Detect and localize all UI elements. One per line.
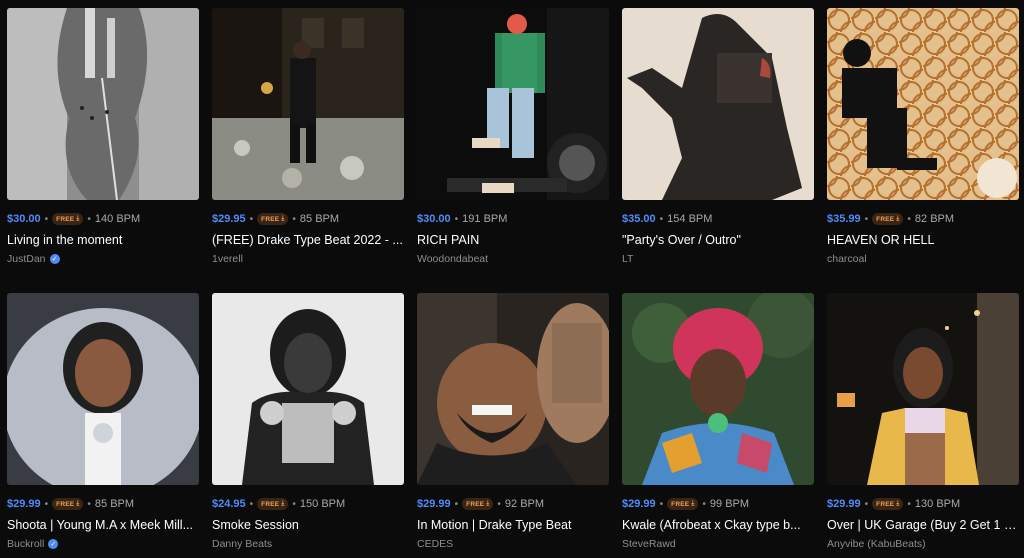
artist-name[interactable]: CEDES	[417, 538, 453, 550]
beat-title[interactable]: Shoota | Young M.A x Meek Mill...	[7, 517, 199, 533]
price: $29.95	[212, 213, 246, 225]
price: $29.99	[417, 498, 451, 510]
download-icon: ⤓	[281, 500, 285, 507]
beat-cover-art[interactable]	[7, 8, 199, 200]
beat-card[interactable]: $29.99 • FREE ⤓ • 130 BPM Over | UK Garag…	[827, 293, 1019, 551]
artist-name[interactable]: Buckroll	[7, 538, 44, 550]
free-download-badge[interactable]: FREE ⤓	[257, 498, 289, 510]
bpm: 99 BPM	[709, 498, 750, 510]
bpm: 85 BPM	[94, 498, 135, 510]
beat-card[interactable]: $35.00 • 154 BPM "Party's Over / Outro" …	[622, 8, 814, 266]
bpm: 85 BPM	[299, 213, 340, 225]
free-download-badge[interactable]: FREE ⤓	[257, 213, 289, 225]
free-download-badge[interactable]: FREE ⤓	[52, 213, 84, 225]
price: $29.99	[7, 498, 41, 510]
beat-title[interactable]: "Party's Over / Outro"	[622, 232, 814, 248]
download-icon: ⤓	[896, 500, 900, 507]
beat-card[interactable]: $29.99 • FREE ⤓ • 85 BPM Shoota | Young M…	[7, 293, 199, 551]
cover-image	[212, 293, 404, 485]
price: $35.99	[827, 213, 861, 225]
cover-image	[827, 8, 1019, 200]
beat-card[interactable]: $24.95 • FREE ⤓ • 150 BPM Smoke Session D…	[212, 293, 404, 551]
cover-image	[622, 293, 814, 485]
free-download-badge[interactable]: FREE ⤓	[872, 213, 904, 225]
artist-name[interactable]: 1verell	[212, 253, 243, 265]
bpm: 130 BPM	[914, 498, 961, 510]
beat-title[interactable]: RICH PAIN	[417, 232, 609, 248]
price: $29.99	[827, 498, 861, 510]
bpm: 154 BPM	[667, 213, 713, 225]
cover-image	[417, 293, 609, 485]
bpm: 191 BPM	[462, 213, 508, 225]
artist-name[interactable]: Woodondabeat	[417, 253, 488, 265]
verified-badge-icon: ✓	[49, 254, 60, 264]
beat-card[interactable]: $30.00 • FREE ⤓ • 140 BPM Living in the m…	[7, 8, 199, 266]
artist-name[interactable]: Anyvibe (KabuBeats)	[827, 538, 926, 550]
artist-name[interactable]: JustDan	[7, 253, 46, 265]
price: $35.00	[622, 213, 656, 225]
cover-image	[622, 8, 814, 200]
beat-card[interactable]: $29.99 • FREE ⤓ • 99 BPM Kwale (Afrobeat …	[622, 293, 814, 551]
beat-title[interactable]: HEAVEN OR HELL	[827, 232, 1019, 248]
price: $24.95	[212, 498, 246, 510]
download-icon: ⤓	[76, 215, 80, 222]
download-icon: ⤓	[76, 500, 80, 507]
download-icon: ⤓	[281, 215, 285, 222]
beat-cover-art[interactable]	[212, 8, 404, 200]
price: $29.99	[622, 498, 656, 510]
beat-cover-art[interactable]	[417, 293, 609, 485]
beat-card[interactable]: $29.99 • FREE ⤓ • 92 BPM In Motion | Drak…	[417, 293, 609, 551]
beat-title[interactable]: In Motion | Drake Type Beat	[417, 517, 609, 533]
artist-name[interactable]: Danny Beats	[212, 538, 272, 550]
download-icon: ⤓	[486, 500, 490, 507]
free-download-badge[interactable]: FREE ⤓	[872, 498, 904, 510]
beat-title[interactable]: Over | UK Garage (Buy 2 Get 1 F...	[827, 517, 1019, 533]
beat-cover-art[interactable]	[622, 8, 814, 200]
beat-cover-art[interactable]	[417, 8, 609, 200]
beat-card[interactable]: $35.99 • FREE ⤓ • 82 BPM HEAVEN OR HELL c…	[827, 8, 1019, 266]
cover-image	[212, 8, 404, 200]
beat-card[interactable]: $30.00 • 191 BPM RICH PAIN Woodondabeat	[417, 8, 609, 266]
bpm: 82 BPM	[914, 213, 955, 225]
cover-image	[7, 8, 199, 200]
price: $30.00	[417, 213, 451, 225]
beat-cover-art[interactable]	[7, 293, 199, 485]
price: $30.00	[7, 213, 41, 225]
bpm: 92 BPM	[504, 498, 545, 510]
cover-image	[417, 8, 609, 200]
free-download-badge[interactable]: FREE ⤓	[667, 498, 699, 510]
artist-name[interactable]: LT	[622, 253, 633, 265]
cover-image	[827, 293, 1019, 485]
download-icon: ⤓	[691, 500, 695, 507]
artist-name[interactable]: SteveRawd	[622, 538, 676, 550]
beat-cover-art[interactable]	[827, 293, 1019, 485]
beat-title[interactable]: Smoke Session	[212, 517, 404, 533]
download-icon: ⤓	[896, 215, 900, 222]
artist-name[interactable]: charcoal	[827, 253, 867, 265]
cover-image	[7, 293, 199, 485]
beat-card[interactable]: $29.95 • FREE ⤓ • 85 BPM (FREE) Drake Typ…	[212, 8, 404, 266]
beat-title[interactable]: Kwale (Afrobeat x Ckay type b...	[622, 517, 814, 533]
free-download-badge[interactable]: FREE ⤓	[52, 498, 84, 510]
free-download-badge[interactable]: FREE ⤓	[462, 498, 494, 510]
beat-title[interactable]: (FREE) Drake Type Beat 2022 - ...	[212, 232, 404, 248]
beat-cover-art[interactable]	[622, 293, 814, 485]
beat-title[interactable]: Living in the moment	[7, 232, 199, 248]
beats-grid: $30.00 • FREE ⤓ • 140 BPM Living in the m…	[0, 0, 1024, 558]
beat-cover-art[interactable]	[827, 8, 1019, 200]
bpm: 140 BPM	[94, 213, 141, 225]
beat-cover-art[interactable]	[212, 293, 404, 485]
verified-badge-icon: ✓	[48, 539, 59, 549]
bpm: 150 BPM	[299, 498, 346, 510]
